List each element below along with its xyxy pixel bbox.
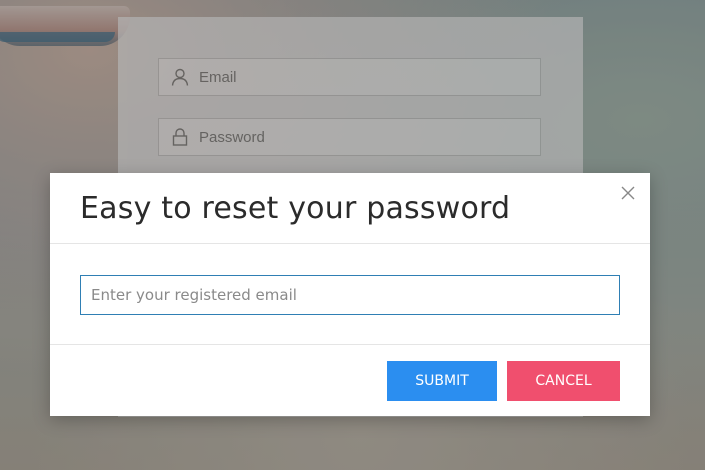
modal-title: Easy to reset your password	[80, 191, 511, 226]
modal-body	[50, 244, 650, 345]
reset-password-modal: Easy to reset your password SUBMIT CANCE…	[50, 173, 650, 416]
page-background: Email Password Easy to reset your passwo…	[0, 0, 705, 470]
modal-header: Easy to reset your password	[50, 173, 650, 244]
close-icon	[621, 186, 635, 205]
close-button[interactable]	[618, 185, 638, 205]
modal-footer: SUBMIT CANCEL	[50, 345, 650, 416]
submit-button[interactable]: SUBMIT	[387, 361, 497, 401]
cancel-button[interactable]: CANCEL	[507, 361, 620, 401]
reset-email-input[interactable]	[80, 275, 620, 315]
